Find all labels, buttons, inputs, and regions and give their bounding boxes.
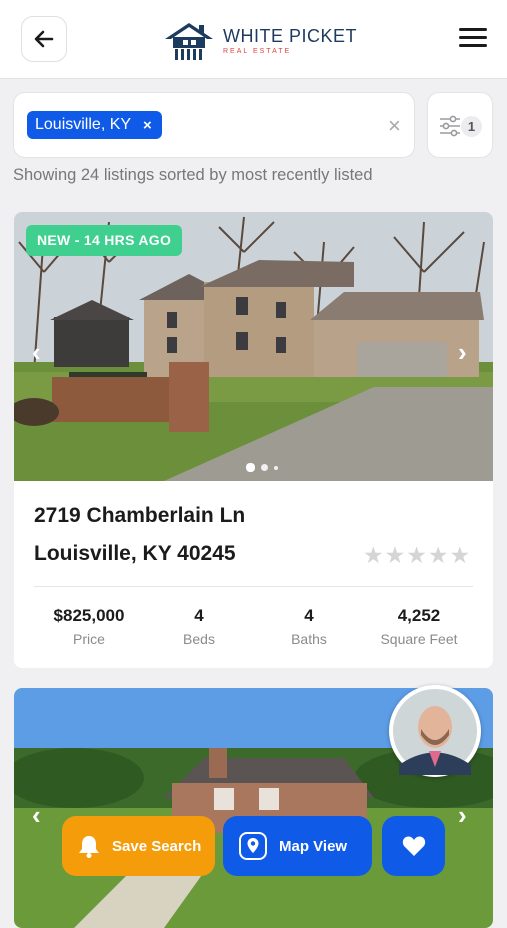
save-search-label: Save Search — [112, 837, 202, 855]
stat-label: Price — [73, 631, 105, 647]
stat-value: 4 — [304, 606, 314, 625]
stat-value: 4 — [194, 606, 204, 625]
stat-baths: 4 Baths — [254, 606, 364, 647]
photo-dot[interactable] — [246, 463, 255, 472]
heart-icon — [402, 836, 425, 856]
bell-icon — [79, 836, 99, 858]
star-icon[interactable]: ★ — [385, 542, 406, 569]
stat-label: Square Feet — [380, 631, 458, 647]
filter-button[interactable]: 1 — [427, 92, 493, 158]
location-search-input[interactable]: Louisville, KY × × — [13, 92, 415, 158]
back-button[interactable] — [21, 16, 67, 62]
chip-remove-icon[interactable]: × — [143, 117, 152, 134]
divider — [34, 586, 473, 587]
arrow-left-icon — [34, 30, 54, 48]
location-chip[interactable]: Louisville, KY × — [27, 111, 162, 139]
star-icon[interactable]: ★ — [428, 542, 449, 569]
stat-label: Baths — [291, 631, 327, 647]
new-listing-badge: NEW - 14 HRS AGO — [26, 225, 183, 256]
favorites-button[interactable] — [382, 816, 445, 876]
chevron-right-icon[interactable]: › — [458, 800, 467, 831]
brand-name: WHITE PICKET — [223, 25, 358, 46]
results-summary: Showing 24 listings sorted by most recen… — [13, 166, 373, 184]
chevron-left-icon[interactable]: ‹ — [32, 800, 41, 831]
listing-card[interactable]: NEW - 14 HRS AGO ‹ › 2719 Chamberlain Ln… — [14, 212, 493, 668]
listing-city[interactable]: Louisville, KY 40245 — [34, 542, 236, 566]
map-view-label: Map View — [279, 837, 348, 855]
map-pin-icon — [239, 832, 267, 860]
agent-avatar[interactable] — [389, 685, 481, 777]
rating-stars[interactable]: ★ ★ ★ ★ ★ — [363, 542, 471, 569]
map-view-button[interactable]: Map View — [223, 816, 372, 876]
photo-pagination — [246, 463, 284, 472]
sliders-icon — [440, 115, 460, 137]
star-icon[interactable]: ★ — [406, 542, 427, 569]
stat-price: $825,000 Price — [34, 606, 144, 647]
brand-logo[interactable]: WHITE PICKET REAL ESTATE — [163, 18, 357, 62]
star-icon[interactable]: ★ — [363, 542, 384, 569]
location-chip-label: Louisville, KY — [35, 116, 132, 133]
clear-search-icon[interactable]: × — [388, 113, 401, 139]
chevron-left-icon[interactable]: ‹ — [32, 337, 41, 368]
agent-photo — [393, 689, 477, 775]
brand-subtitle: REAL ESTATE — [223, 47, 292, 55]
star-icon[interactable]: ★ — [450, 542, 471, 569]
house-logo-icon — [165, 23, 213, 60]
stat-value: 4,252 — [397, 606, 441, 625]
stat-value: $825,000 — [53, 606, 125, 625]
filter-count-badge: 1 — [461, 116, 482, 137]
chevron-right-icon[interactable]: › — [458, 337, 467, 368]
photo-dot[interactable] — [274, 465, 278, 470]
app-header: WHITE PICKET REAL ESTATE — [0, 0, 507, 79]
photo-dot[interactable] — [261, 464, 268, 471]
save-search-button[interactable]: Save Search — [62, 816, 215, 876]
listing-street[interactable]: 2719 Chamberlain Ln — [34, 504, 245, 528]
stat-beds: 4 Beds — [144, 606, 254, 647]
stat-label: Beds — [183, 631, 215, 647]
stat-square-feet: 4,252 Square Feet — [364, 606, 474, 647]
hamburger-menu-icon[interactable] — [459, 28, 487, 50]
